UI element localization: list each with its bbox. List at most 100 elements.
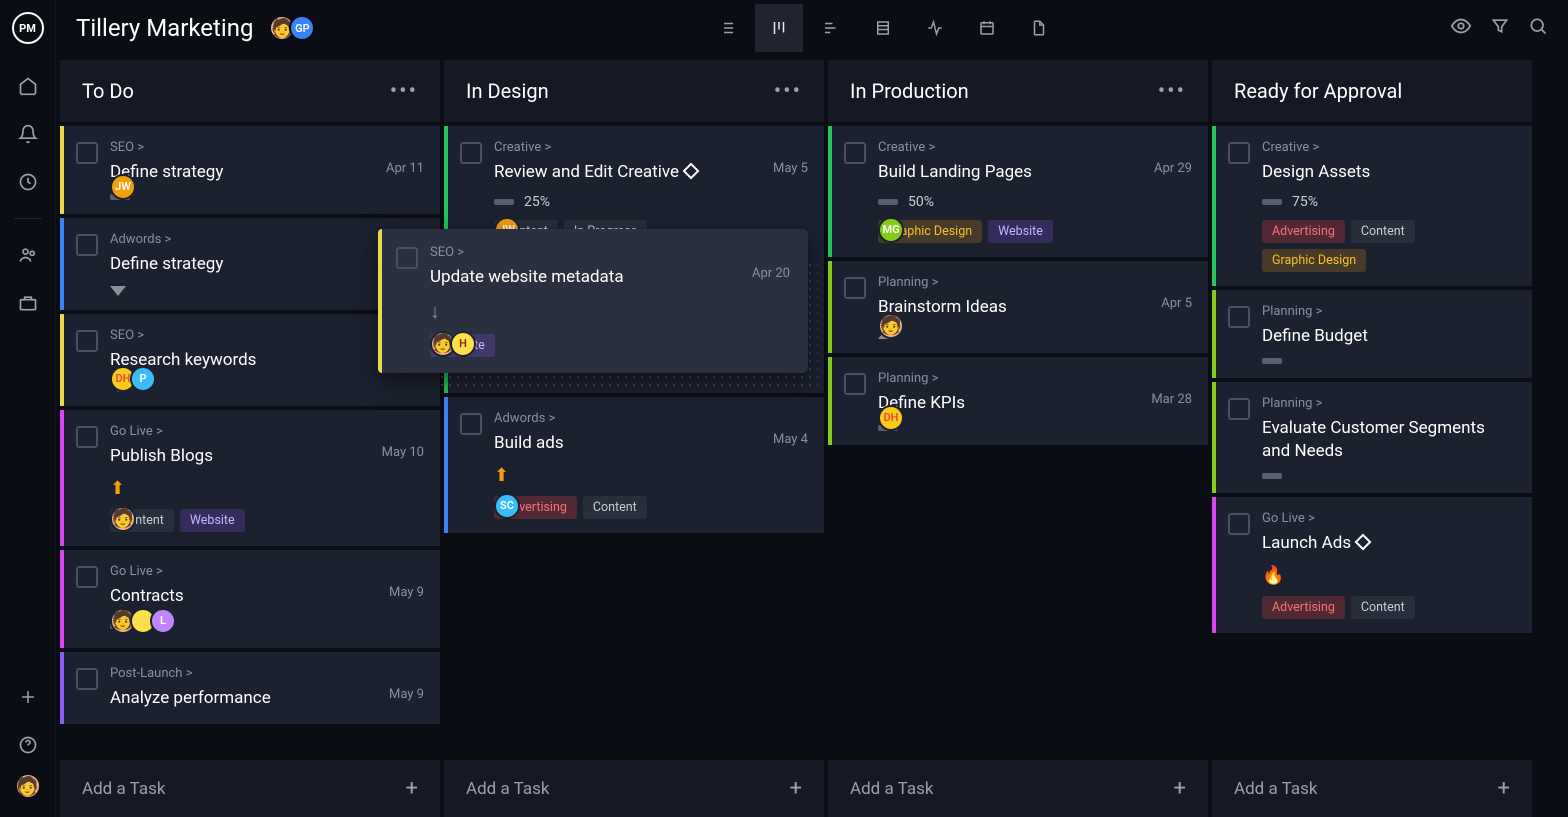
card-category[interactable]: Planning > — [1262, 396, 1516, 411]
task-checkbox[interactable] — [396, 247, 418, 269]
card-stripe — [444, 397, 448, 533]
avatar[interactable]: JW — [110, 174, 136, 200]
clock-icon[interactable] — [8, 162, 48, 202]
card-category[interactable]: SEO > — [110, 140, 424, 155]
add-icon[interactable] — [8, 677, 48, 717]
tag[interactable]: Website — [988, 220, 1053, 243]
home-icon[interactable] — [8, 66, 48, 106]
task-checkbox[interactable] — [1228, 306, 1250, 328]
add-task-button[interactable]: Add a Task+ — [828, 760, 1208, 817]
column-menu-icon[interactable]: ••• — [774, 79, 802, 104]
card-category[interactable]: SEO > — [110, 328, 424, 343]
avatar[interactable]: L — [150, 608, 176, 634]
column-title: Ready for Approval — [1234, 79, 1402, 103]
card-meta: ⬆ — [110, 478, 424, 499]
avatar[interactable]: DH — [878, 405, 904, 431]
left-rail: PM 🧑 — [0, 0, 56, 817]
card-category[interactable]: Planning > — [878, 371, 1192, 386]
tag[interactable]: Website — [180, 509, 245, 532]
add-task-button[interactable]: Add a Task+ — [60, 760, 440, 817]
avatar[interactable]: SC — [494, 493, 520, 519]
task-card[interactable]: Go Live > Publish Blogs May 10 ⬆ Content… — [60, 410, 440, 546]
add-task-button[interactable]: Add a Task+ — [444, 760, 824, 817]
avatar[interactable]: 🧑 — [878, 313, 904, 339]
tag[interactable]: Content — [1351, 596, 1415, 619]
card-category[interactable]: Go Live > — [1262, 511, 1516, 526]
tag[interactable]: Graphic Design — [1262, 249, 1366, 272]
tag[interactable]: Advertising — [1262, 220, 1345, 243]
search-icon[interactable] — [1528, 16, 1548, 40]
task-card[interactable]: Go Live > Contracts May 9 2 🧑L — [60, 550, 440, 648]
tag[interactable]: Content — [1351, 220, 1415, 243]
task-card[interactable]: Go Live > Launch Ads 🔥 AdvertisingConten… — [1212, 497, 1532, 633]
avatar[interactable]: 🧑 — [110, 506, 136, 532]
priority-down-icon — [110, 286, 126, 296]
tag[interactable]: Advertising — [1262, 596, 1345, 619]
gantt-view-icon[interactable] — [807, 4, 855, 52]
task-checkbox[interactable] — [76, 142, 98, 164]
card-category[interactable]: Go Live > — [110, 564, 424, 579]
task-card[interactable]: Planning > Brainstorm Ideas Apr 5 🧑 — [828, 261, 1208, 353]
card-category[interactable]: Go Live > — [110, 424, 424, 439]
avatar[interactable]: H — [450, 331, 476, 357]
filter-icon[interactable] — [1490, 16, 1510, 40]
task-checkbox[interactable] — [76, 426, 98, 448]
task-checkbox[interactable] — [76, 668, 98, 690]
task-card[interactable]: Post-Launch > Analyze performance May 9 — [60, 652, 440, 724]
card-category[interactable]: Creative > — [878, 140, 1192, 155]
card-category[interactable]: SEO > — [430, 245, 790, 260]
card-category[interactable]: Creative > — [1262, 140, 1516, 155]
card-date: Apr 20 — [752, 266, 790, 281]
task-checkbox[interactable] — [460, 142, 482, 164]
eye-icon[interactable] — [1450, 15, 1472, 41]
activity-view-icon[interactable] — [911, 4, 959, 52]
card-title: Contracts — [110, 585, 184, 608]
task-card[interactable]: Planning > Define KPIs Mar 28 DH — [828, 357, 1208, 445]
user-avatar[interactable]: 🧑 — [15, 773, 41, 799]
column-menu-icon[interactable]: ••• — [390, 79, 418, 104]
task-card[interactable]: Planning > Define Budget — [1212, 290, 1532, 378]
file-view-icon[interactable] — [1015, 4, 1063, 52]
task-card[interactable]: Planning > Evaluate Customer Segments an… — [1212, 382, 1532, 493]
card-category[interactable]: Planning > — [878, 275, 1192, 290]
board-view-icon[interactable] — [755, 4, 803, 52]
card-category[interactable]: Adwords > — [494, 411, 808, 426]
list-view-icon[interactable] — [703, 4, 751, 52]
add-task-label: Add a Task — [850, 779, 933, 799]
task-card[interactable]: Adwords > Build ads May 4 ⬆ AdvertisingC… — [444, 397, 824, 533]
task-checkbox[interactable] — [844, 277, 866, 299]
task-checkbox[interactable] — [460, 413, 482, 435]
column-title: In Design — [466, 79, 549, 103]
tag[interactable]: Content — [583, 496, 647, 519]
card-category[interactable]: Post-Launch > — [110, 666, 424, 681]
sheet-view-icon[interactable] — [859, 4, 907, 52]
avatar[interactable]: MG — [878, 217, 904, 243]
task-checkbox[interactable] — [844, 373, 866, 395]
task-checkbox[interactable] — [76, 234, 98, 256]
task-card[interactable]: Creative > Build Landing Pages Apr 29 50… — [828, 126, 1208, 257]
briefcase-icon[interactable] — [8, 283, 48, 323]
card-assignees[interactable]: 🧑L — [110, 608, 424, 634]
task-checkbox[interactable] — [1228, 513, 1250, 535]
card-category[interactable]: Planning > — [1262, 304, 1516, 319]
calendar-view-icon[interactable] — [963, 4, 1011, 52]
card-category[interactable]: Adwords > — [110, 232, 424, 247]
task-card[interactable]: Creative > Design Assets 75% Advertising… — [1212, 126, 1532, 286]
team-icon[interactable] — [8, 235, 48, 275]
help-icon[interactable] — [8, 725, 48, 765]
task-checkbox[interactable] — [1228, 398, 1250, 420]
task-checkbox[interactable] — [1228, 142, 1250, 164]
column-menu-icon[interactable]: ••• — [1158, 79, 1186, 104]
bell-icon[interactable] — [8, 114, 48, 154]
task-checkbox[interactable] — [76, 566, 98, 588]
task-checkbox[interactable] — [76, 330, 98, 352]
dragging-card[interactable]: SEO > Update website metadata Apr 20 ↓ W… — [378, 229, 808, 373]
add-task-button[interactable]: Add a Task+ — [1212, 760, 1532, 817]
project-members[interactable]: 🧑 GP — [269, 15, 315, 41]
avatar[interactable]: P — [130, 366, 156, 392]
task-card[interactable]: SEO > Define strategy Apr 11 JW — [60, 126, 440, 214]
app-logo[interactable]: PM — [12, 12, 44, 44]
card-stripe — [1212, 290, 1216, 378]
task-checkbox[interactable] — [844, 142, 866, 164]
card-category[interactable]: Creative > — [494, 140, 808, 155]
